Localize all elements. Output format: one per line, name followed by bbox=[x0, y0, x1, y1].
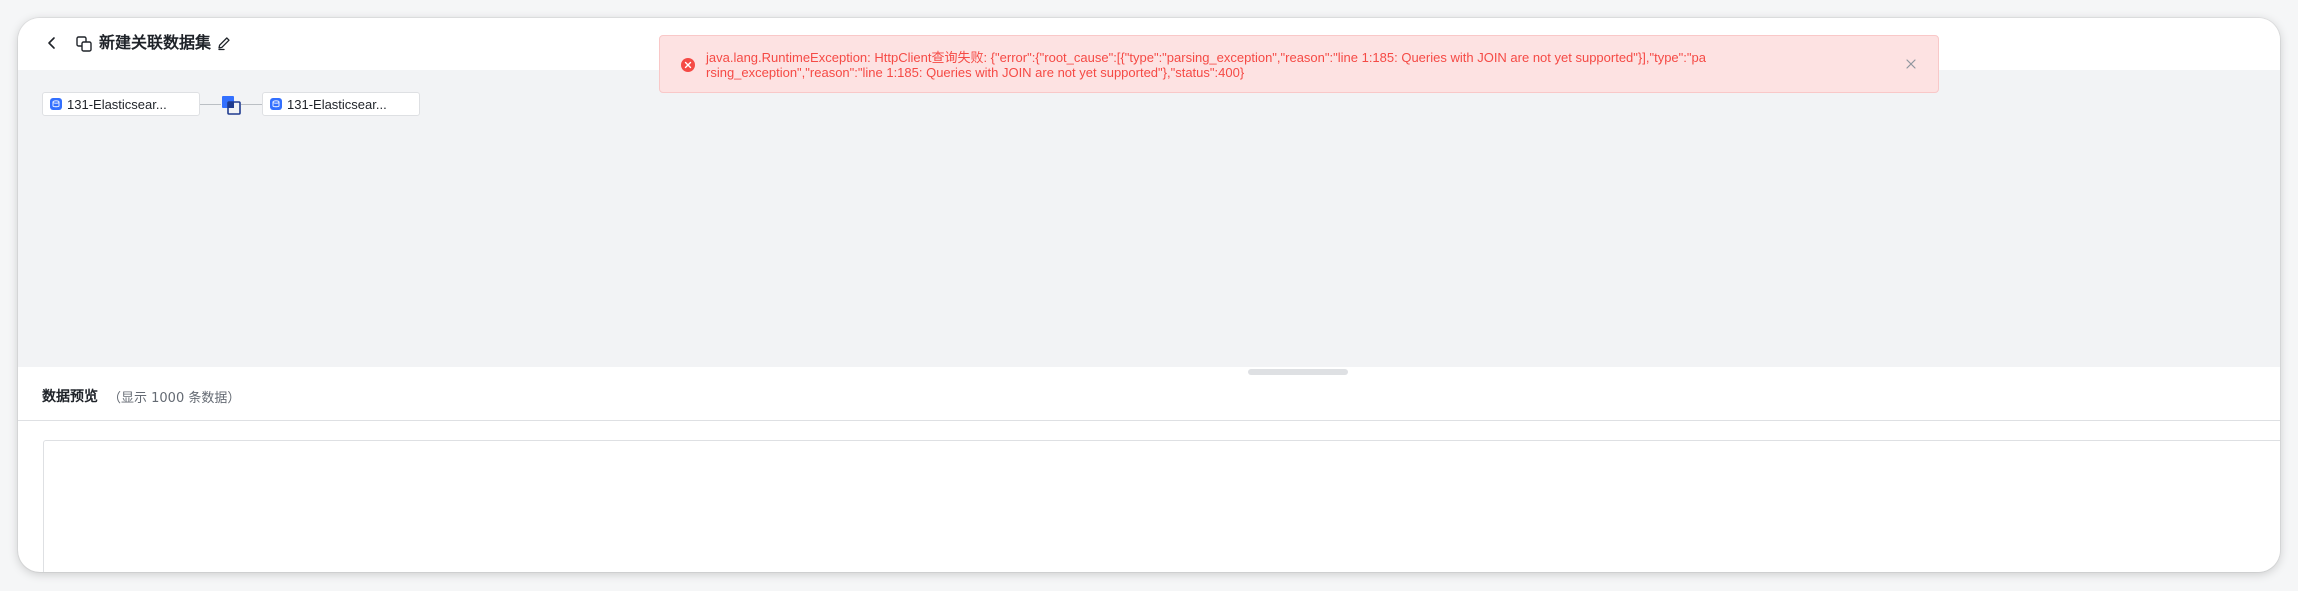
table-node-label: 131-Elasticsear... bbox=[67, 96, 167, 112]
dataset-icon bbox=[73, 33, 95, 55]
table-node[interactable]: 131-Elasticsear... bbox=[42, 92, 200, 116]
page-title: 新建关联数据集 bbox=[99, 33, 212, 52]
join-link-right bbox=[241, 104, 262, 105]
error-toast: java.lang.RuntimeException: HttpClient查询… bbox=[659, 35, 1939, 93]
error-message: java.lang.RuntimeException: HttpClient查询… bbox=[706, 50, 1706, 80]
preview-title: 数据预览 bbox=[42, 389, 98, 405]
app-window: 新建关联数据集 131-Elasticsear... 131-Elasticse… bbox=[18, 18, 2280, 572]
preview-table[interactable] bbox=[43, 440, 2280, 572]
relation-canvas[interactable]: 131-Elasticsear... 131-Elasticsear... bbox=[18, 70, 2280, 367]
chevron-left-icon bbox=[48, 37, 55, 49]
table-node[interactable]: 131-Elasticsear... bbox=[262, 92, 420, 116]
join-icon[interactable] bbox=[221, 95, 241, 115]
database-icon bbox=[50, 98, 62, 110]
close-icon[interactable] bbox=[1904, 57, 1918, 71]
join-link-left bbox=[200, 104, 221, 105]
database-icon bbox=[270, 98, 282, 110]
preview-header: 数据预览 （显示 1000 条数据） bbox=[18, 375, 2280, 421]
back-button[interactable] bbox=[40, 31, 64, 55]
error-icon bbox=[681, 58, 695, 72]
table-node-label: 131-Elasticsear... bbox=[287, 96, 387, 112]
edit-title-icon[interactable] bbox=[214, 33, 234, 53]
preview-subtitle: （显示 1000 条数据） bbox=[108, 391, 241, 406]
